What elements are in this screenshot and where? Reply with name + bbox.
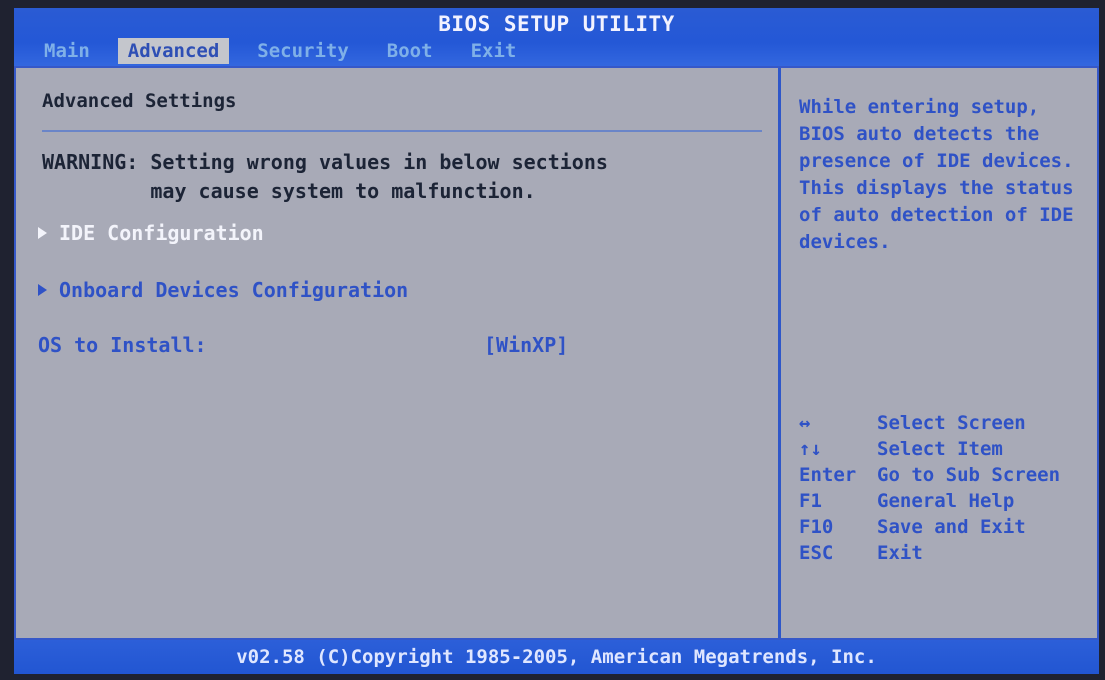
key-row-f10: F10 Save and Exit <box>799 514 1099 540</box>
heading-divider <box>42 130 762 132</box>
up-down-arrows-icon: ↑↓ <box>799 438 822 460</box>
key-legend: ↔ Select Screen ↑↓ Select Item Enter Go … <box>799 410 1099 566</box>
title-bar: BIOS SETUP UTILITY Main Advanced Securit… <box>14 8 1099 66</box>
key-row-f1: F1 General Help <box>799 488 1099 514</box>
menu-item-label: IDE Configuration <box>59 221 264 245</box>
tab-bar: Main Advanced Security Boot Exit <box>34 38 544 64</box>
tab-security[interactable]: Security <box>247 38 359 64</box>
copyright-footer: v02.58 (C)Copyright 1985-2005, American … <box>14 640 1099 674</box>
main-panel: Advanced Settings WARNING: Setting wrong… <box>14 66 1099 640</box>
submenu-arrow-icon <box>38 227 47 239</box>
help-text: While entering setup, BIOS auto detects … <box>799 96 1074 253</box>
key-row-select-item: ↑↓ Select Item <box>799 436 1099 462</box>
settings-pane: Advanced Settings WARNING: Setting wrong… <box>16 68 778 638</box>
key-action: Go to Sub Screen <box>877 464 1061 486</box>
submenu-arrow-icon <box>38 284 47 296</box>
key-name: F1 <box>799 490 822 512</box>
help-pane: While entering setup, BIOS auto detects … <box>781 68 1097 638</box>
key-name: F10 <box>799 516 834 538</box>
key-action: Select Item <box>877 438 1003 460</box>
menu-item-onboard-devices[interactable]: Onboard Devices Configuration <box>38 278 408 302</box>
tab-main[interactable]: Main <box>34 38 100 64</box>
menu-item-ide-configuration[interactable]: IDE Configuration <box>38 221 264 245</box>
tab-boot[interactable]: Boot <box>377 38 443 64</box>
os-to-install-value[interactable]: [WinXP] <box>484 333 568 357</box>
page-title: Advanced Settings <box>42 90 237 112</box>
menu-item-label: Onboard Devices Configuration <box>59 278 409 302</box>
left-right-arrows-icon: ↔ <box>799 412 811 434</box>
os-to-install-label: OS to Install: <box>38 333 207 357</box>
key-row-esc: ESC Exit <box>799 540 1099 566</box>
warning-text: WARNING: Setting wrong values in below s… <box>42 150 608 203</box>
key-row-enter: Enter Go to Sub Screen <box>799 462 1099 488</box>
tab-exit[interactable]: Exit <box>461 38 527 64</box>
bios-screen: BIOS SETUP UTILITY Main Advanced Securit… <box>0 0 1105 680</box>
app-title: BIOS SETUP UTILITY <box>438 12 675 36</box>
key-action: General Help <box>877 490 1015 512</box>
key-name: Enter <box>799 464 857 486</box>
key-action: Save and Exit <box>877 516 1026 538</box>
key-row-select-screen: ↔ Select Screen <box>799 410 1099 436</box>
key-action: Select Screen <box>877 412 1026 434</box>
tab-advanced[interactable]: Advanced <box>117 38 230 64</box>
key-name: ESC <box>799 542 834 564</box>
key-action: Exit <box>877 542 923 564</box>
